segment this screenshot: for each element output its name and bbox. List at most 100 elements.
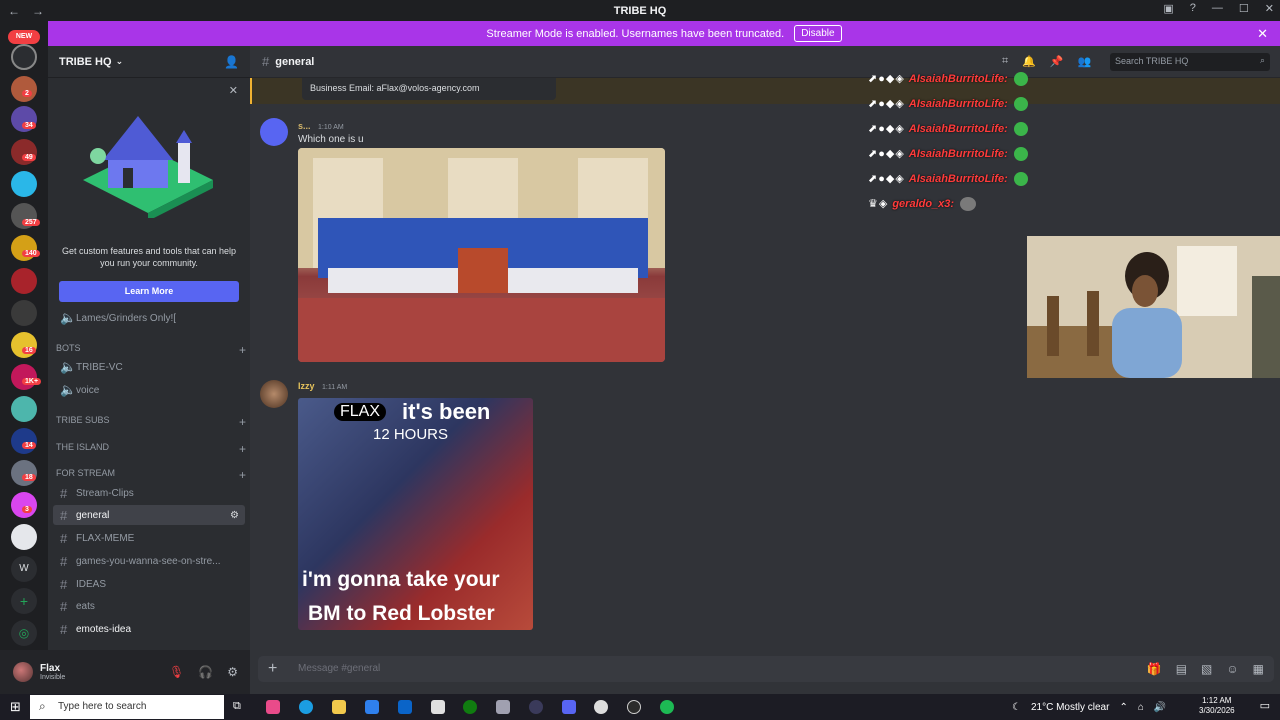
chatter-name: AIsaiahBurritoLife: xyxy=(908,172,1008,185)
server-icon[interactable] xyxy=(11,332,37,358)
text-channel[interactable]: # emotes-idea xyxy=(53,619,245,639)
avatar[interactable] xyxy=(13,662,33,682)
network-icon[interactable]: ⌂ xyxy=(1138,702,1144,713)
server-icon[interactable] xyxy=(11,428,37,454)
maximize-button[interactable]: ☐ xyxy=(1239,2,1249,15)
server-icon[interactable] xyxy=(11,396,37,422)
xbox-icon[interactable] xyxy=(463,700,477,714)
overlay-chat-line: ⬈●◆◈ AIsaiahBurritoLife: xyxy=(868,141,1088,166)
mention-badge: 2 xyxy=(22,90,32,97)
discord-icon[interactable] xyxy=(562,700,576,714)
apps-icon[interactable]: ▦ xyxy=(1253,662,1264,676)
server-icon[interactable] xyxy=(11,300,37,326)
close-icon[interactable]: ✕ xyxy=(1257,26,1268,42)
text-channel[interactable]: # FLAX-MEME xyxy=(53,528,245,548)
notifications-icon[interactable]: ▭ xyxy=(1260,699,1270,712)
add-channel-icon[interactable]: + xyxy=(239,468,246,482)
voice-channel[interactable]: 🔈 voice xyxy=(53,380,245,400)
user-info[interactable]: Flax Invisible xyxy=(40,663,65,681)
minimize-button[interactable]: — xyxy=(1212,2,1223,15)
clock-date: 3/30/2026 xyxy=(1199,706,1235,715)
close-icon[interactable]: ✕ xyxy=(229,84,238,97)
chrome-icon[interactable] xyxy=(594,700,608,714)
server-icon[interactable] xyxy=(11,268,37,294)
server-header[interactable]: TRIBE HQ ⌄ 👤 xyxy=(48,46,250,78)
disable-button[interactable]: Disable xyxy=(794,25,842,42)
voice-channel[interactable]: 🔈 Lames/Grinders Only![ xyxy=(53,308,245,328)
learn-more-button[interactable]: Learn More xyxy=(59,281,239,302)
taskbar-search[interactable]: ⌕ Type here to search xyxy=(30,695,224,719)
mention-badge: 140 xyxy=(22,250,40,257)
izzy-avatar[interactable] xyxy=(260,380,288,408)
channel-label: Lames/Grinders Only![ xyxy=(76,312,177,324)
emoji-icon[interactable]: ☺ xyxy=(1226,662,1238,676)
add-channel-icon[interactable]: + xyxy=(239,442,246,456)
attached-photo[interactable] xyxy=(298,148,665,362)
app-icon[interactable] xyxy=(266,700,280,714)
add-server-icon[interactable]: + xyxy=(11,588,37,614)
text-channel-active[interactable]: # general ⚙ xyxy=(53,505,245,525)
text-channel[interactable]: # eats xyxy=(53,596,245,616)
hash-icon: # xyxy=(60,598,68,614)
category-header[interactable]: TRIBE SUBS + xyxy=(56,415,246,429)
server-icon[interactable] xyxy=(11,460,37,486)
clock[interactable]: 1:12 AM 3/30/2026 xyxy=(1199,696,1235,716)
category-header[interactable]: BOTS + xyxy=(56,343,246,357)
windows-start-icon[interactable]: ⊞ xyxy=(10,699,21,715)
store-icon[interactable] xyxy=(365,700,379,714)
server-icon[interactable] xyxy=(11,44,37,70)
emote-icon xyxy=(960,196,977,211)
volume-icon[interactable]: 🔊 xyxy=(1154,702,1166,713)
category-header[interactable]: FOR STREAM + xyxy=(56,468,246,482)
message-author[interactable]: Izzy 1:11 AM xyxy=(298,381,347,391)
voice-channel[interactable]: 🔈 TRIBE-VC xyxy=(53,357,245,377)
edge-icon[interactable] xyxy=(299,700,313,714)
app-icon[interactable] xyxy=(496,700,510,714)
server-icon[interactable] xyxy=(11,139,37,165)
text-channel[interactable]: # games-you-wanna-see-on-stre... xyxy=(53,551,245,571)
headphones-icon[interactable]: 🎧 xyxy=(198,665,213,679)
server-icon[interactable] xyxy=(11,235,37,261)
message-input[interactable]: + Message #general 🎁 ▤ ▧ ☺ ▦ xyxy=(258,656,1274,682)
outlook-icon[interactable] xyxy=(398,700,412,714)
text-channel[interactable]: # IDEAS xyxy=(53,574,245,594)
server-icon[interactable] xyxy=(11,524,37,550)
server-icon[interactable] xyxy=(11,171,37,197)
help-icon[interactable]: ? xyxy=(1190,2,1196,15)
category-header[interactable]: THE ISLAND + xyxy=(56,442,246,456)
app-icon[interactable] xyxy=(529,700,543,714)
inbox-icon[interactable]: ▣ xyxy=(1163,2,1173,15)
weather-text[interactable]: 21°C Mostly clear xyxy=(1031,702,1109,713)
close-button[interactable]: ✕ xyxy=(1265,2,1274,15)
notepad-icon[interactable] xyxy=(431,700,445,714)
channel-label: voice xyxy=(76,384,100,396)
overlay-chat-line: ⬈●◆◈ AIsaiahBurritoLife: xyxy=(868,66,1088,91)
discord-avatar[interactable] xyxy=(260,118,288,146)
task-view-icon[interactable]: ⧉ xyxy=(233,700,241,713)
server-icon[interactable] xyxy=(11,492,37,518)
server-icon[interactable]: W xyxy=(11,556,37,582)
file-explorer-icon[interactable] xyxy=(332,700,346,714)
meme-image[interactable]: FLAX it's been 12 HOURS i'm gonna take y… xyxy=(298,398,533,630)
add-member-icon[interactable]: 👤 xyxy=(224,55,239,69)
spotify-icon[interactable] xyxy=(660,700,674,714)
add-attachment-icon[interactable]: + xyxy=(268,660,277,678)
discover-icon[interactable]: ◎ xyxy=(11,620,37,646)
server-icon[interactable] xyxy=(11,76,37,102)
tray-chevron-icon[interactable]: ⌃ xyxy=(1119,702,1127,713)
mention-badge: 1K+ xyxy=(22,378,42,385)
title-bar: ← → TRIBE HQ ▣ ? — ☐ ✕ xyxy=(0,0,1280,21)
user-settings-gear-icon[interactable]: ⚙ xyxy=(227,665,238,679)
settings-gear-icon[interactable]: ⚙ xyxy=(230,510,245,521)
text-channel[interactable]: # Stream-Clips xyxy=(53,483,245,503)
server-icon[interactable] xyxy=(11,364,37,390)
add-channel-icon[interactable]: + xyxy=(239,343,246,357)
app-icon[interactable] xyxy=(627,700,641,714)
mute-mic-icon[interactable]: 🎙 xyxy=(169,665,184,679)
sticker-icon[interactable]: ▧ xyxy=(1201,662,1212,676)
gift-icon[interactable]: 🎁 xyxy=(1147,662,1162,676)
search-input[interactable]: Search TRIBE HQ ⌕ xyxy=(1110,53,1270,71)
message-author[interactable]: s... 1:10 AM xyxy=(298,121,344,131)
gif-icon[interactable]: ▤ xyxy=(1176,662,1187,676)
add-channel-icon[interactable]: + xyxy=(239,415,246,429)
